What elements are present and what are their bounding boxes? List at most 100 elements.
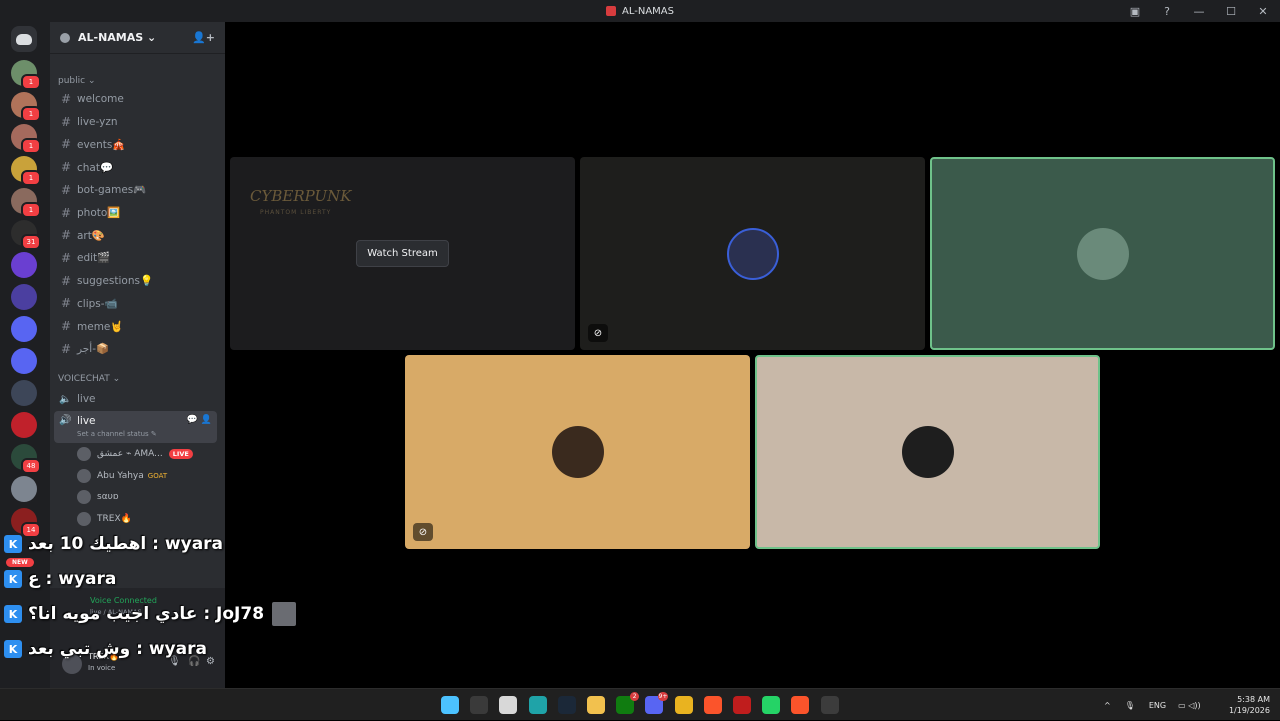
member-name: عمشق ⌁ AMA... (97, 449, 163, 459)
chat-line: K اهطيك 10 بعد : wyara (4, 532, 223, 556)
brave-app[interactable] (703, 696, 722, 714)
server-icon-guild-13[interactable]: 48 (11, 444, 41, 474)
text-channel[interactable]: # bot-games🎮 (54, 180, 217, 200)
clock-time: 5:38 AM (1237, 695, 1270, 704)
xbox-app[interactable]: 2 (616, 692, 640, 714)
text-channel[interactable]: # live-yzn (54, 112, 217, 132)
home-button[interactable] (11, 26, 37, 52)
help-icon[interactable]: ? (1158, 5, 1176, 18)
user-tile-2[interactable] (930, 157, 1275, 350)
text-channel[interactable]: # أجر-📦 (54, 339, 217, 359)
mention-badge: 1 (21, 106, 41, 122)
voice-channel-label: live (77, 415, 96, 427)
kick-icon: K (4, 640, 22, 658)
chevron-up-icon[interactable]: ^ (1104, 701, 1111, 710)
task-view-button[interactable] (499, 696, 518, 714)
server-icon-guild-12[interactable] (11, 412, 37, 438)
server-name: AL-NAMAS ⌄ (78, 31, 157, 44)
explorer-app[interactable] (587, 696, 605, 714)
mention-badge: 1 (21, 138, 41, 154)
obs-app[interactable] (820, 696, 839, 714)
inbox-icon[interactable]: ▣ (1126, 5, 1144, 18)
channel-status[interactable]: Set a channel status ✎ (77, 430, 157, 438)
voice-member[interactable]: TREX🔥 (77, 509, 132, 529)
text-channel[interactable]: # meme🤘 (54, 316, 217, 336)
chrome-app[interactable] (674, 696, 693, 714)
server-icon-guild-4[interactable]: 1 (11, 156, 41, 186)
search-button[interactable] (470, 696, 489, 714)
hash-icon: # (60, 228, 72, 243)
clock[interactable]: 5:38 AM 1/19/2026 (1229, 694, 1270, 716)
channel-label: events🎪 (77, 138, 126, 151)
text-channel[interactable]: # events🎪 (54, 134, 217, 154)
channel-label: welcome (77, 93, 124, 105)
speaker-icon: 🔈 (59, 393, 72, 405)
user-tile-1[interactable]: ⊘ (580, 157, 925, 350)
voice-channel-live[interactable]: 🔈 live (54, 389, 217, 409)
hash-icon: # (60, 92, 72, 106)
text-channel[interactable]: # chat💬 (54, 157, 217, 177)
avatar (77, 447, 91, 461)
invite-icon[interactable]: 👤+ (192, 31, 215, 44)
voice-member[interactable]: Abu Yahya GOAT (77, 466, 167, 486)
watch-stream-button[interactable]: Watch Stream (356, 240, 449, 267)
stream-game-sub: PHANTOM LIBERTY (260, 209, 332, 216)
server-icon-guild-8[interactable] (11, 284, 37, 310)
server-icon-guild-10[interactable] (11, 348, 37, 374)
channel-label: bot-games🎮 (77, 184, 147, 197)
whatsapp-app[interactable] (762, 696, 781, 714)
text-channel[interactable]: # edit🎬 (54, 248, 217, 268)
start-button[interactable] (441, 696, 459, 714)
text-channel[interactable]: # clips-📹 (54, 293, 217, 313)
notification-badge: 9+ (657, 692, 669, 701)
user-tile-3[interactable]: ⊘ (405, 355, 750, 549)
medal-app[interactable] (733, 696, 751, 714)
language-indicator[interactable]: ENG (1149, 701, 1166, 710)
category-voicechat[interactable]: VOICECHAT ⌄ (58, 374, 120, 384)
server-icon-guild-6[interactable]: 31 (11, 220, 41, 250)
channel-label: أجر-📦 (77, 343, 110, 356)
user-tile-4[interactable] (755, 355, 1100, 549)
server-icon-guild-5[interactable]: 1 (11, 188, 41, 218)
mic-tray-icon[interactable]: 🎙 (1125, 701, 1135, 710)
voice-member[interactable]: ѕαυɒ (77, 487, 119, 507)
voice-channel-actions[interactable]: 💬 👤 (187, 415, 212, 425)
discord-app[interactable]: 9+ (645, 692, 669, 714)
category-public[interactable]: public ⌄ (58, 76, 95, 86)
hash-icon: # (60, 114, 72, 129)
text-channel[interactable]: # photo🖼️ (54, 203, 217, 223)
server-icon-guild-3[interactable]: 1 (11, 124, 41, 154)
member-name: ѕαυɒ (97, 492, 119, 502)
minimize-button[interactable]: — (1190, 5, 1208, 18)
stream-tile[interactable]: CYBERPUNK PHANTOM LIBERTY Watch Stream (230, 157, 575, 350)
maximize-button[interactable]: ☐ (1222, 5, 1240, 18)
server-icon-guild-14[interactable] (11, 476, 37, 502)
avatar (1076, 227, 1129, 280)
notification-badge: 2 (630, 692, 640, 701)
brave-app-2[interactable] (791, 696, 810, 714)
server-icon-guild-2[interactable]: 1 (11, 92, 41, 122)
mic-muted-icon: ⊘ (413, 523, 433, 541)
network-volume-icon[interactable]: ▭ ◁)) (1178, 701, 1201, 710)
close-button[interactable]: ✕ (1254, 5, 1272, 18)
server-header[interactable]: AL-NAMAS ⌄ 👤+ (50, 22, 225, 54)
window-title: AL-NAMAS (622, 5, 674, 17)
hash-icon: # (60, 205, 72, 220)
channel-label: suggestions💡 (77, 275, 154, 288)
edge-app[interactable] (528, 696, 547, 714)
server-icon-guild-9[interactable] (11, 316, 37, 342)
text-channel[interactable]: # art🎨 (54, 225, 217, 245)
chat-line: K عادي اجيب مويه انا؟ : JoJ78 (4, 602, 297, 626)
speaker-icon: 🔊 (59, 415, 72, 426)
voice-channel-live-active[interactable]: 🔊 live 💬 👤 Set a channel status ✎ (54, 411, 217, 443)
text-channel[interactable]: # suggestions💡 (54, 271, 217, 291)
voice-member[interactable]: عمشق ⌁ AMA... LIVE (77, 444, 193, 464)
server-icon-guild-7[interactable] (11, 252, 37, 278)
server-icon-guild-1[interactable]: 1 (11, 60, 41, 90)
server-icon-guild-11[interactable] (11, 380, 37, 406)
text-channel[interactable]: # welcome (54, 89, 217, 109)
live-badge: LIVE (168, 449, 193, 459)
server-icon-guild-15[interactable]: 14 (11, 508, 41, 538)
steam-app[interactable] (557, 696, 576, 714)
mention-badge: 1 (21, 202, 41, 218)
